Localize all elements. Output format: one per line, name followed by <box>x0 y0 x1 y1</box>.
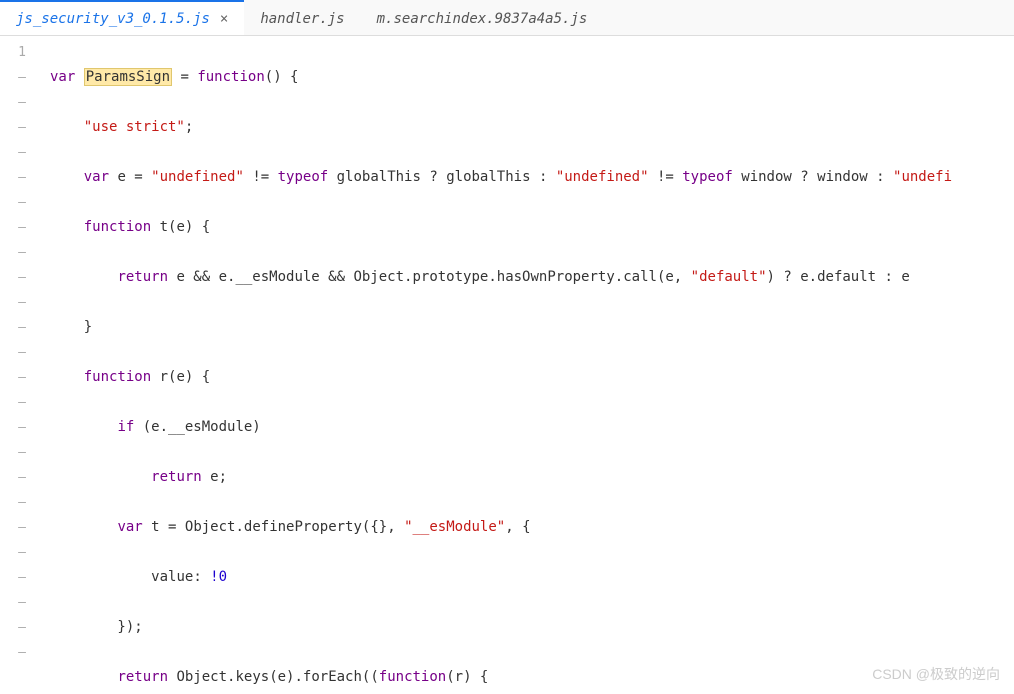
line-marker: — <box>0 265 26 290</box>
line-marker: — <box>0 90 26 115</box>
line-marker: — <box>0 465 26 490</box>
line-marker: — <box>0 165 26 190</box>
line-marker: — <box>0 390 26 415</box>
line-marker: — <box>0 140 26 165</box>
line-marker: — <box>0 540 26 565</box>
line-marker: — <box>0 590 26 615</box>
close-icon[interactable]: × <box>220 11 228 27</box>
line-marker: — <box>0 315 26 340</box>
code-editor: 1 — — — — — — — — — — — — — — — — — — — … <box>0 36 1014 694</box>
line-marker: — <box>0 190 26 215</box>
line-number: 1 <box>0 40 26 65</box>
line-marker: — <box>0 290 26 315</box>
tab-label: m.searchindex.9837a4a5.js <box>377 11 588 27</box>
line-marker: — <box>0 640 26 665</box>
line-marker: — <box>0 340 26 365</box>
tab-label: js_security_v3_0.1.5.js <box>16 11 210 27</box>
line-marker: — <box>0 490 26 515</box>
code-area[interactable]: var ParamsSign = function() { "use stric… <box>40 36 1014 694</box>
line-marker: — <box>0 115 26 140</box>
line-marker: — <box>0 65 26 90</box>
line-marker: — <box>0 415 26 440</box>
line-marker: — <box>0 440 26 465</box>
tab-searchindex[interactable]: m.searchindex.9837a4a5.js <box>361 0 604 35</box>
line-marker: — <box>0 240 26 265</box>
line-marker: — <box>0 215 26 240</box>
line-gutter: 1 — — — — — — — — — — — — — — — — — — — … <box>0 36 40 694</box>
tab-js-security[interactable]: js_security_v3_0.1.5.js × <box>0 0 244 35</box>
line-marker: — <box>0 365 26 390</box>
line-marker: — <box>0 615 26 640</box>
watermark: CSDN @极致的逆向 <box>872 664 1000 684</box>
tab-handler[interactable]: handler.js <box>244 0 360 35</box>
tab-label: handler.js <box>260 11 344 27</box>
tab-bar: js_security_v3_0.1.5.js × handler.js m.s… <box>0 0 1014 36</box>
line-marker: — <box>0 515 26 540</box>
line-marker: — <box>0 565 26 590</box>
